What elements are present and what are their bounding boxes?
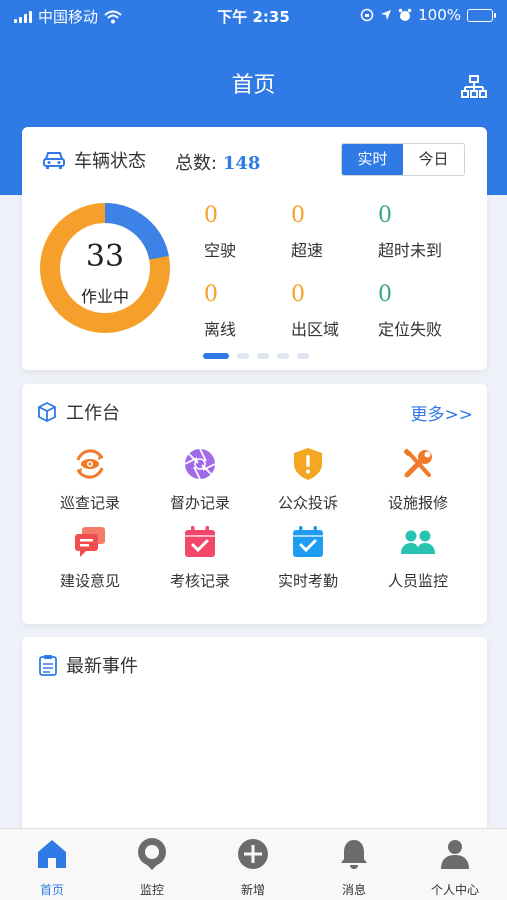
- plus-circle-icon: [238, 839, 268, 869]
- tab-label: 首页: [39, 883, 64, 897]
- page-title: 首页: [231, 73, 276, 98]
- battery-percent: 100%: [418, 6, 461, 24]
- tab-messages[interactable]: 消息: [309, 837, 399, 898]
- status-bar: 中国移动 下午 2:35 100%: [0, 0, 507, 30]
- tab-add[interactable]: 新增: [208, 837, 298, 898]
- total-value: 148: [222, 153, 261, 174]
- calendar-check-icon: [185, 526, 215, 557]
- stat-value: 0: [378, 203, 392, 228]
- tool-public-complaints[interactable]: 公众投诉: [258, 446, 358, 513]
- stat-overdue[interactable]: 0 超时未到: [378, 203, 488, 261]
- workbench-header: 工作台: [36, 399, 120, 425]
- time-range-toggle[interactable]: 实时 今日: [341, 143, 465, 176]
- user-icon: [441, 840, 469, 869]
- tool-label: 考核记录: [169, 572, 230, 590]
- status-bar-right: 100%: [360, 6, 496, 24]
- tab-label: 个人中心: [430, 883, 479, 897]
- tool-label: 人员监控: [387, 572, 448, 590]
- battery-icon: [467, 8, 496, 22]
- latest-events-title: 最新事件: [66, 656, 138, 677]
- tool-supervision-records[interactable]: 督办记录: [150, 446, 250, 513]
- toggle-realtime[interactable]: 实时: [342, 144, 403, 175]
- workbench-title: 工作台: [66, 403, 120, 424]
- workbench-card: 工作台 更多>> 巡查记录 督办记录 公众投诉 设施报修 建设意见 考核记录 实…: [22, 384, 487, 624]
- tool-label: 公众投诉: [277, 494, 338, 512]
- chat-bubbles-icon: [75, 527, 105, 557]
- tab-label: 新增: [240, 883, 265, 897]
- tool-facility-repair[interactable]: 设施报修: [368, 446, 468, 513]
- cube-icon: [38, 401, 56, 423]
- pager-dot[interactable]: [297, 353, 309, 359]
- stat-location-failed[interactable]: 0 定位失败: [378, 282, 488, 340]
- stat-label: 定位失败: [378, 320, 443, 339]
- donut-value: 33: [85, 239, 125, 274]
- pager-dot[interactable]: [257, 353, 269, 359]
- alarm-icon: [398, 8, 412, 21]
- bottom-tab-bar: 首页 监控 新增 消息 个人中心: [0, 828, 507, 900]
- tab-monitor[interactable]: 监控: [107, 837, 197, 898]
- aperture-icon: [184, 448, 216, 480]
- vehicle-status-card: 车辆状态 总数: 148 实时 今日 33 作业中 0 空驶 0 超速 0 超时…: [22, 127, 487, 370]
- shield-alert-icon: [294, 448, 322, 480]
- stat-label: 超时未到: [378, 241, 443, 260]
- total-label: 总数:: [175, 153, 218, 174]
- latest-events-header: 最新事件: [38, 652, 138, 678]
- vehicle-status-title: 车辆状态: [74, 151, 146, 172]
- wrench-icon: [403, 448, 432, 478]
- home-icon: [38, 840, 66, 868]
- vehicle-status-header: 车辆状态: [42, 147, 146, 173]
- tool-patrol-records[interactable]: 巡查记录: [40, 446, 140, 513]
- tab-home[interactable]: 首页: [7, 837, 97, 898]
- eye-sync-icon: [76, 449, 104, 479]
- tool-label: 设施报修: [387, 494, 448, 512]
- users-icon: [401, 530, 435, 554]
- tab-label: 消息: [341, 883, 366, 897]
- tool-label: 巡查记录: [59, 494, 120, 512]
- car-icon: [43, 152, 65, 169]
- tool-personnel-monitoring[interactable]: 人员监控: [368, 524, 468, 591]
- tab-label: 监控: [139, 883, 164, 897]
- stat-value: 0: [378, 282, 392, 307]
- latest-events-card: 最新事件: [22, 637, 487, 837]
- tool-label: 建设意见: [59, 572, 120, 590]
- location-pin-icon: [138, 838, 166, 870]
- tool-label: 督办记录: [169, 494, 230, 512]
- org-structure-icon[interactable]: [461, 74, 487, 100]
- tool-label: 实时考勤: [277, 572, 338, 590]
- vehicle-total: 总数: 148: [175, 149, 260, 175]
- location-arrow-icon: [381, 10, 392, 20]
- toggle-today[interactable]: 今日: [403, 144, 464, 175]
- donut-label: 作业中: [80, 287, 129, 306]
- bell-icon: [341, 840, 367, 869]
- pager-dot[interactable]: [203, 353, 229, 359]
- pager-dot[interactable]: [237, 353, 249, 359]
- calendar-check-icon: [293, 526, 323, 557]
- tool-construction-advice[interactable]: 建设意见: [40, 524, 140, 591]
- tool-assessment-records[interactable]: 考核记录: [150, 524, 250, 591]
- lock-rotation-icon: [360, 8, 374, 22]
- pager-dot[interactable]: [277, 353, 289, 359]
- more-link[interactable]: 更多>>: [411, 400, 474, 425]
- carousel-pager: [203, 353, 309, 359]
- tab-profile[interactable]: 个人中心: [410, 837, 500, 898]
- clipboard-list-icon: [39, 655, 57, 676]
- tool-realtime-attendance[interactable]: 实时考勤: [258, 524, 358, 591]
